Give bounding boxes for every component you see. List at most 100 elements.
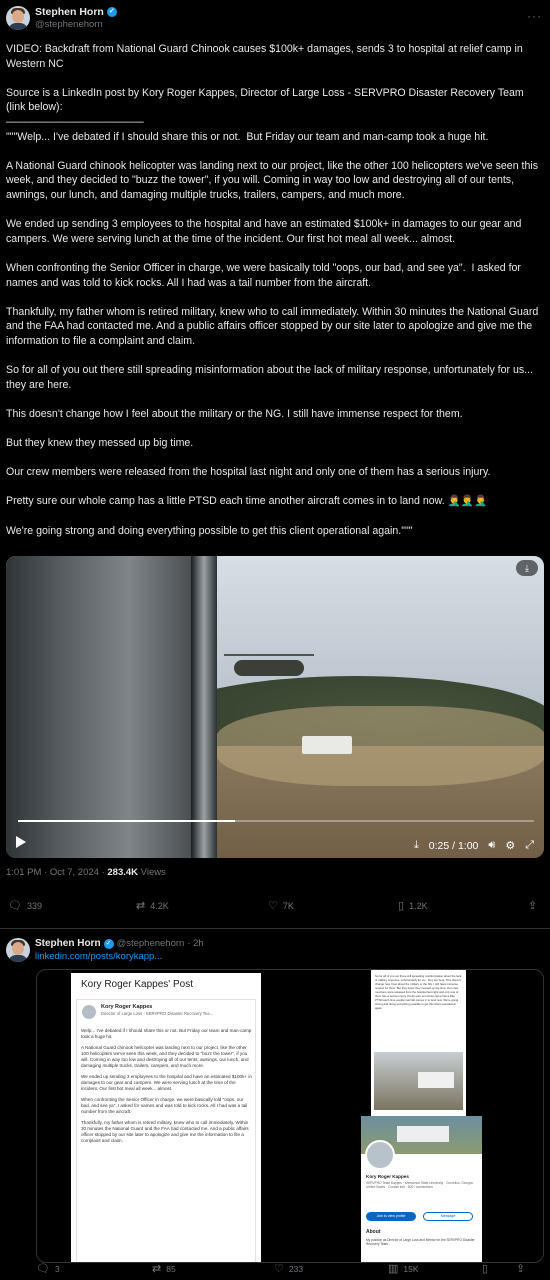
- banner-truck: [397, 1126, 449, 1142]
- reply-icon: 🗨︎: [8, 900, 22, 912]
- download-icon[interactable]: ⤓: [516, 560, 538, 576]
- display-name-text[interactable]: Stephen Horn: [35, 6, 104, 18]
- post-author: Kory Roger Kappes: [101, 1004, 153, 1010]
- verified-badge-icon: ✓: [106, 7, 117, 17]
- video-frame-dust: [216, 706, 544, 786]
- post-card: Kory Roger Kappes Director of Large Loss…: [76, 999, 256, 1262]
- like-button[interactable]: ♡ 7K: [268, 899, 294, 912]
- tweet-paragraph: This doesn't change how I feel about the…: [6, 407, 463, 420]
- video-thumbnail: [374, 1052, 463, 1110]
- reply-button[interactable]: 🗨︎ 3: [36, 1262, 60, 1275]
- linkedin-post-continued: So for all of you out there still spread…: [371, 970, 466, 1130]
- author-names: Stephen Horn ✓ @stephenehorn · 2h linked…: [35, 938, 204, 962]
- reply-count: 3: [54, 1263, 60, 1274]
- repost-icon: ⇄: [136, 900, 146, 912]
- reply-button[interactable]: 🗨︎ 339: [8, 899, 42, 912]
- post-paragraph: When confronting the Senior Officer in c…: [81, 1096, 248, 1115]
- fullscreen-icon[interactable]: ⤢: [525, 839, 534, 852]
- author-avatar: [82, 1005, 96, 1019]
- tweet-paragraph: When confronting the Senior Officer in c…: [6, 261, 524, 289]
- profile-avatar: [365, 1140, 395, 1170]
- tweet-paragraph: Our crew members were released from the …: [6, 466, 491, 479]
- post-age[interactable]: · 2h: [187, 938, 203, 949]
- reply-icon: 🗨︎: [36, 1263, 50, 1275]
- display-name[interactable]: Stephen Horn: [35, 938, 101, 949]
- like-count: 7K: [282, 900, 294, 911]
- tweet-paragraph: We're going strong and doing everything …: [6, 524, 413, 537]
- video-frame-helicopter: [234, 660, 304, 676]
- repost-button[interactable]: ⇄ 4.2K: [136, 899, 169, 912]
- settings-icon[interactable]: ⚙: [505, 839, 515, 852]
- repost-button[interactable]: ⇄ 85: [152, 1262, 176, 1275]
- timestamp[interactable]: 1:01 PM · Oct 7, 2024 ·: [6, 867, 107, 878]
- linkedin-profile-screenshot: Kory Roger Kappes SERVPRO Team Kappes · …: [361, 1116, 482, 1262]
- views-count: 283.4K: [107, 867, 139, 878]
- tweet-paragraph: We ended up sending 3 employees to the h…: [6, 218, 525, 245]
- display-name[interactable]: Stephen Horn ✓: [35, 6, 117, 18]
- post-text: Welp... I've debated if I should share t…: [81, 1028, 253, 1149]
- tweet-paragraph: Source is a LinkedIn post by Kory Roger …: [6, 86, 524, 143]
- embedded-screenshot[interactable]: Kory Roger Kappes' Post Kory Roger Kappe…: [36, 969, 544, 1263]
- bookmark-icon: ▯: [398, 900, 405, 912]
- post-title: Kory Roger Kappes' Post: [81, 979, 193, 990]
- tweet-paragraph: VIDEO: Backdraft from National Guard Chi…: [6, 43, 526, 70]
- author-line: Stephen Horn ✓ @stephenehorn · 2h: [35, 938, 204, 949]
- divider: [0, 928, 550, 929]
- repost-count: 85: [166, 1263, 176, 1274]
- avatar[interactable]: [6, 6, 30, 30]
- message-button: Message: [423, 1212, 473, 1221]
- post-paragraph: We ended up sending 3 employees to the h…: [81, 1073, 252, 1092]
- author-names: Stephen Horn ✓ @stephenehorn: [35, 6, 117, 30]
- video-frame-door: [6, 556, 211, 858]
- reply-count: 339: [26, 900, 42, 911]
- download-icon[interactable]: ⤓: [414, 839, 419, 852]
- post-paragraph: Thankfully, my father whom is retired mi…: [81, 1119, 249, 1144]
- views-label: Views: [138, 867, 166, 878]
- avatar[interactable]: [6, 938, 30, 962]
- tweet-paragraph: A National Guard chinook helicopter was …: [6, 159, 541, 201]
- bookmark-count: 1.2K: [409, 900, 428, 911]
- tweet-header: Stephen Horn ✓ @stephenehorn: [6, 6, 117, 30]
- like-count: 233: [288, 1263, 304, 1274]
- video-frame-rotor: [224, 654, 314, 656]
- like-icon: ♡: [268, 900, 278, 912]
- repost-icon: ⇄: [152, 1263, 162, 1275]
- tweet-paragraph: Pretty sure our whole camp has a little …: [6, 495, 488, 508]
- video-time: 0:25 / 1:00: [428, 839, 479, 852]
- play-icon[interactable]: [16, 836, 26, 848]
- video-controls: ⤓ 0:25 / 1:00 🔊︎ ⚙ ⤢: [414, 839, 534, 852]
- handle[interactable]: @stephenehorn: [35, 19, 117, 30]
- handle[interactable]: @stephenehorn: [117, 938, 185, 949]
- more-icon[interactable]: ···: [527, 9, 542, 23]
- video-player[interactable]: ⤓ ⤓ 0:25 / 1:00 🔊︎ ⚙ ⤢: [6, 556, 544, 858]
- verified-badge-icon: ✓: [103, 938, 114, 949]
- post-paragraph: Welp... I've debated if I should share t…: [81, 1028, 252, 1040]
- linkedin-link[interactable]: linkedin.com/posts/korykapp...: [35, 951, 204, 962]
- like-icon: ♡: [274, 1263, 284, 1275]
- tweet-meta: 1:01 PM · Oct 7, 2024 · 283.4K Views: [6, 867, 166, 878]
- like-button[interactable]: ♡ 233: [274, 1262, 303, 1275]
- continued-text: So for all of you out there still spread…: [375, 974, 462, 1010]
- volume-icon[interactable]: 🔊︎: [488, 839, 495, 852]
- tweet-text: VIDEO: Backdraft from National Guard Chi…: [6, 42, 542, 538]
- views-button[interactable]: ▥ 15K: [388, 1262, 419, 1275]
- linkedin-post-screenshot: Kory Roger Kappes' Post Kory Roger Kappe…: [71, 973, 261, 1262]
- tweet-paragraph: But they knew they messed up big time.: [6, 437, 194, 450]
- repost-count: 4.2K: [150, 900, 169, 911]
- bookmark-button[interactable]: ▯: [482, 1262, 488, 1275]
- video-frame-trailer: [302, 736, 352, 754]
- about-heading: About: [366, 1229, 381, 1235]
- bookmark-button[interactable]: ▯ 1.2K: [398, 899, 428, 912]
- share-button[interactable]: ⇪: [528, 899, 537, 912]
- share-button[interactable]: ⇪: [516, 1262, 525, 1275]
- video-progress-fill: [18, 820, 235, 822]
- bookmark-icon: ▯: [482, 1263, 489, 1275]
- video-frame-doorframe: [191, 556, 217, 858]
- profile-sub: SERVPRO Team Kappes · Weetamoe State Uni…: [366, 1181, 474, 1190]
- thumbnail-trailer: [418, 1072, 454, 1088]
- profile-name: Kory Roger Kappes: [366, 1174, 409, 1179]
- reply-action-bar: 🗨︎ 3 ⇄ 85 ♡ 233 ▥ 15K ▯ ⇪: [0, 1262, 550, 1276]
- views-icon: ▥: [388, 1263, 399, 1275]
- views-count: 15K: [403, 1263, 419, 1274]
- video-progress-bar[interactable]: [18, 820, 534, 822]
